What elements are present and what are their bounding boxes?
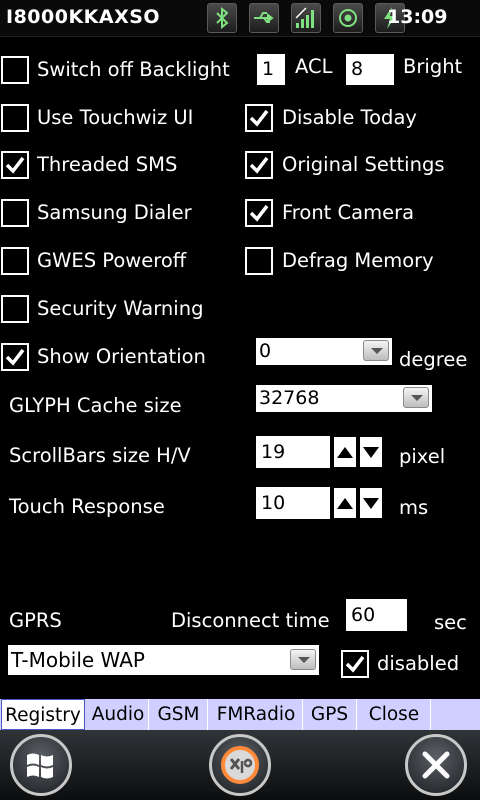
tab-gsm[interactable]: GSM <box>150 699 208 730</box>
checkbox[interactable] <box>1 247 29 275</box>
checkbox-checked[interactable] <box>1 343 29 371</box>
check-icon <box>5 348 25 366</box>
check-icon <box>249 204 269 222</box>
checkbox[interactable] <box>1 199 29 227</box>
bright-label: Bright <box>403 55 463 78</box>
option-label: Front Camera <box>282 201 415 224</box>
disconnect-time-label: Disconnect time <box>171 609 330 632</box>
option-label: Use Touchwiz UI <box>37 106 194 129</box>
bluetooth-icon[interactable] <box>207 3 237 33</box>
gprs-disabled-label: disabled <box>377 652 460 675</box>
device-name: I8000KKAXSO <box>6 6 161 28</box>
touch-response-label: Touch Response <box>9 495 165 518</box>
glyph-cache-select[interactable]: 32768 <box>256 385 432 412</box>
option-label: Defrag Memory <box>282 249 434 272</box>
touch-response-unit: ms <box>399 496 429 519</box>
scrollbars-input[interactable]: 19 <box>256 436 330 468</box>
checkbox[interactable] <box>1 104 29 132</box>
chevron-down-icon[interactable] <box>403 387 429 408</box>
acl-input[interactable]: 1 <box>257 54 285 85</box>
glyph-cache-value: 32768 <box>259 387 320 409</box>
bright-input[interactable]: 8 <box>346 54 394 85</box>
checkbox-checked[interactable] <box>245 104 273 132</box>
disconnect-time-unit: sec <box>434 611 467 634</box>
tab-gps[interactable]: GPS <box>303 699 357 730</box>
signal-icon[interactable] <box>291 3 321 33</box>
tab-fmradio[interactable]: FMRadio <box>210 699 303 730</box>
camera-icon[interactable] <box>333 3 363 33</box>
arrow-up-icon <box>337 447 353 458</box>
start-button[interactable] <box>10 734 72 796</box>
option-label: Samsung Dialer <box>37 201 192 224</box>
orientation-select[interactable]: 0 <box>256 338 392 365</box>
arrow-down-icon <box>363 447 379 458</box>
orientation-unit: degree <box>399 348 468 371</box>
check-icon <box>249 156 269 174</box>
checkbox[interactable] <box>1 56 29 84</box>
checkbox-checked[interactable] <box>341 650 369 678</box>
arrow-down-icon <box>363 498 379 509</box>
clock: 13:09 <box>387 6 448 28</box>
touch-response-down-button[interactable] <box>360 488 382 518</box>
checkbox[interactable] <box>245 247 273 275</box>
option-label: Security Warning <box>37 297 204 320</box>
checkbox-checked[interactable] <box>1 151 29 179</box>
gprs-connection-value: T-Mobile WAP <box>11 648 145 672</box>
close-button[interactable] <box>405 734 467 796</box>
scrollbars-unit: pixel <box>399 445 446 468</box>
scrollbars-label: ScrollBars size H/V <box>9 444 191 467</box>
check-icon <box>345 655 365 673</box>
scrollbars-down-button[interactable] <box>360 437 382 467</box>
arrow-up-icon <box>337 498 353 509</box>
option-label: Threaded SMS <box>37 153 178 176</box>
tab-bar: Registry Audio GSM FMRadio GPS Close <box>0 699 480 730</box>
x19-app-icon <box>221 746 259 784</box>
windows-start-icon <box>27 753 53 779</box>
scrollbars-up-button[interactable] <box>334 437 356 467</box>
check-icon <box>249 109 269 127</box>
touch-response-input[interactable]: 10 <box>256 487 330 519</box>
close-icon <box>422 751 450 779</box>
tab-close[interactable]: Close <box>358 699 431 730</box>
checkbox[interactable] <box>1 295 29 323</box>
chevron-down-icon[interactable] <box>290 649 316 670</box>
orientation-value: 0 <box>259 340 272 362</box>
app-button[interactable] <box>209 734 271 796</box>
glyph-cache-label: GLYPH Cache size <box>9 394 182 417</box>
disconnect-time-input[interactable]: 60 <box>346 599 407 631</box>
check-icon <box>5 156 25 174</box>
option-label: Show Orientation <box>37 345 206 368</box>
checkbox-checked[interactable] <box>245 151 273 179</box>
status-bar: I8000KKAXSO 13:09 <box>0 0 480 37</box>
option-label: Original Settings <box>282 153 445 176</box>
option-label: Switch off Backlight <box>37 58 230 81</box>
usb-icon[interactable] <box>249 3 279 33</box>
touch-response-up-button[interactable] <box>334 488 356 518</box>
option-label: GWES Poweroff <box>37 249 187 272</box>
bottom-bar <box>0 730 480 800</box>
gprs-label: GPRS <box>9 609 62 632</box>
chevron-down-icon[interactable] <box>363 340 389 361</box>
tab-audio[interactable]: Audio <box>88 699 149 730</box>
tab-registry[interactable]: Registry <box>1 699 85 730</box>
gprs-connection-select[interactable]: T-Mobile WAP <box>8 645 319 675</box>
acl-label: ACL <box>295 55 333 78</box>
option-label: Disable Today <box>282 106 417 129</box>
checkbox-checked[interactable] <box>245 199 273 227</box>
